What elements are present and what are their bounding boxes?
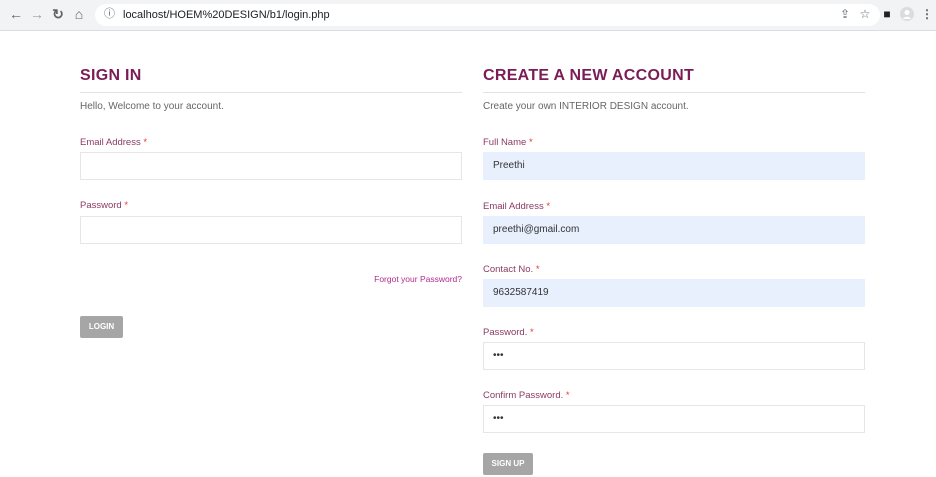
signin-password-input[interactable] (80, 216, 462, 244)
required-mark: * (143, 137, 148, 148)
info-icon[interactable]: ⓘ (104, 8, 116, 20)
forgot-password-link[interactable]: Forgot your Password? (374, 273, 462, 285)
home-icon[interactable]: ⌂ (71, 6, 87, 22)
signin-welcome: Hello, Welcome to your account. (80, 101, 224, 112)
forward-arrow-icon[interactable]: → (29, 6, 45, 22)
signin-divider (80, 92, 462, 93)
signin-email-label: Email Address * (80, 137, 148, 148)
address-bar[interactable]: ⓘ localhost/HOEM%20DESIGN/b1/login.php (95, 4, 880, 26)
signup-divider (483, 92, 865, 93)
required-mark: * (565, 390, 570, 401)
contact-label: Contact No. * (483, 264, 540, 275)
menu-icon[interactable]: ⋮ (920, 7, 934, 21)
required-mark: * (546, 201, 551, 212)
signup-button[interactable]: SIGN UP (483, 453, 533, 475)
signin-title: SIGN IN (80, 67, 142, 84)
profile-icon[interactable] (900, 7, 914, 21)
back-arrow-icon[interactable]: ← (8, 6, 24, 22)
reload-icon[interactable]: ↻ (50, 6, 66, 22)
required-mark: * (535, 264, 540, 275)
star-icon[interactable]: ☆ (858, 7, 872, 21)
fullname-label: Full Name * (483, 137, 533, 148)
sidebar-icon[interactable]: ■ (880, 7, 894, 21)
required-mark: * (530, 327, 534, 338)
signup-intro: Create your own INTERIOR DESIGN account. (483, 101, 689, 112)
confirm-password-label: Confirm Password. * (483, 390, 570, 401)
contact-input[interactable]: 9632587419 (483, 279, 865, 307)
signup-password-label: Password. * (483, 327, 534, 338)
signup-title: CREATE A NEW ACCOUNT (483, 67, 695, 84)
fullname-input[interactable]: Preethi (483, 152, 865, 180)
required-mark: * (528, 137, 533, 148)
url-text: localhost/HOEM%20DESIGN/b1/login.php (123, 9, 330, 21)
signin-email-input[interactable] (80, 152, 462, 180)
signin-panel: SIGN IN Hello, Welcome to your account. … (80, 31, 462, 477)
share-icon[interactable]: ⇪ (838, 7, 852, 21)
required-mark: * (124, 200, 129, 211)
confirm-password-input[interactable]: ••• (483, 405, 865, 433)
signup-email-label: Email Address * (483, 201, 551, 212)
signup-email-input[interactable]: preethi@gmail.com (483, 216, 865, 244)
signup-panel: CREATE A NEW ACCOUNT Create your own INT… (483, 31, 865, 477)
browser-toolbar: ← → ↻ ⌂ ⓘ localhost/HOEM%20DESIGN/b1/log… (0, 0, 936, 31)
signup-password-input[interactable]: ••• (483, 342, 865, 370)
page-content: SIGN IN Hello, Welcome to your account. … (0, 31, 936, 477)
signin-password-label: Password * (80, 200, 129, 211)
login-button[interactable]: LOGIN (80, 316, 123, 338)
